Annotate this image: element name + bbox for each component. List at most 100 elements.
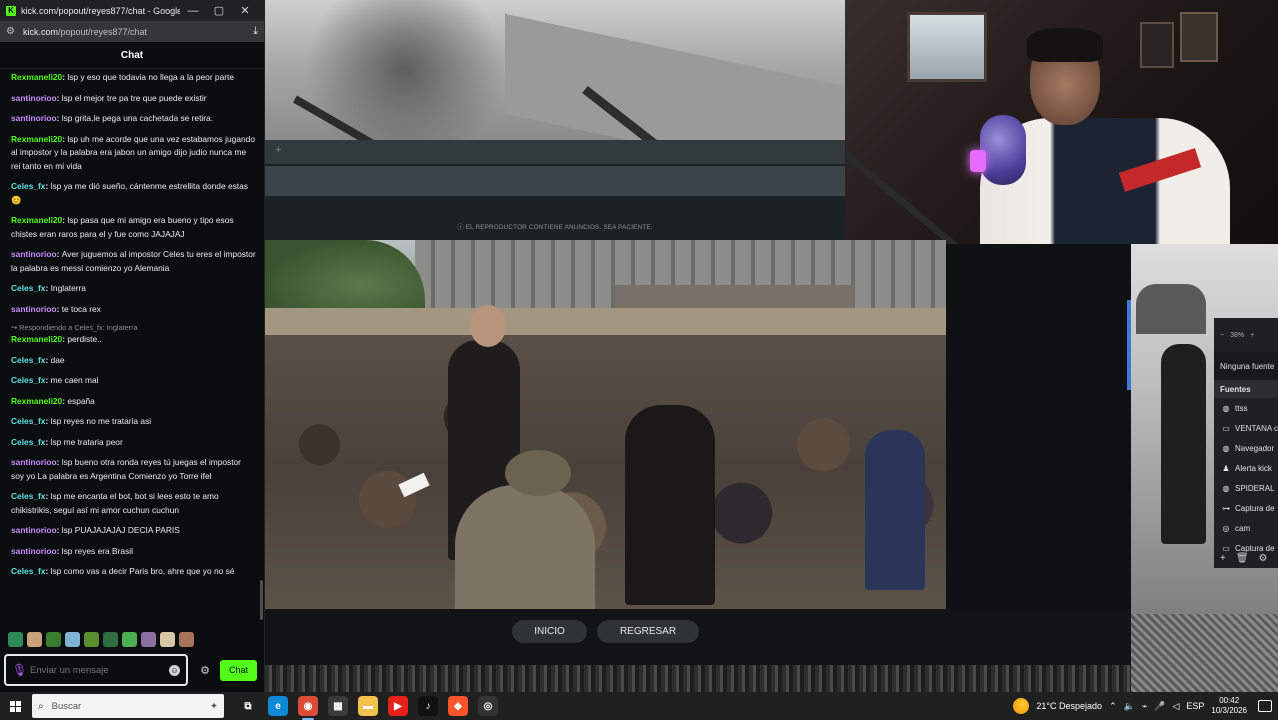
chat-message: Celes_fx: me caen mal: [11, 374, 256, 388]
volume-icon[interactable]: 🔈: [1124, 701, 1135, 712]
chat-username[interactable]: santinorioo: [11, 113, 57, 123]
regresar-button[interactable]: REGRESAR: [597, 620, 699, 643]
chat-message-text: dae: [50, 354, 65, 365]
emote-icon[interactable]: [65, 632, 80, 647]
brave-taskbar-icon[interactable]: ◆: [448, 696, 468, 716]
start-button[interactable]: [0, 692, 30, 720]
chat-message: Celes_fx: lsp me encanta el bot, bot si …: [11, 490, 256, 517]
emote-icon[interactable]: [8, 632, 23, 647]
emote-icon[interactable]: [84, 632, 99, 647]
chat-username[interactable]: Rexmaneli20: [11, 334, 62, 344]
emote-icon[interactable]: [27, 632, 42, 647]
chat-username[interactable]: santinorioo: [11, 304, 57, 314]
weather-text[interactable]: 21°C Despejado: [1036, 701, 1102, 711]
network-icon[interactable]: ⌁: [1142, 701, 1147, 712]
source-item[interactable]: ◍ SPIDERAL: [1214, 478, 1278, 498]
emote-icon[interactable]: [179, 632, 194, 647]
chat-username[interactable]: santinorioo: [11, 546, 57, 556]
chat-username[interactable]: Rexmaneli20: [11, 215, 62, 225]
pinned-apps: ⧉ e ◉ ▦ ▬ ▶ ♪ ◆ ◎: [238, 696, 498, 720]
add-source-icon[interactable]: +: [1220, 553, 1226, 564]
weather-icon[interactable]: [1013, 698, 1030, 714]
source-item[interactable]: ◎ cam: [1214, 518, 1278, 538]
chat-username[interactable]: Rexmaneli20: [11, 134, 62, 144]
chat-username[interactable]: Celes_fx: [11, 181, 45, 191]
player-progress-area[interactable]: [265, 166, 845, 196]
emote-icon[interactable]: [103, 632, 118, 647]
emote-icon[interactable]: [141, 632, 156, 647]
chat-username[interactable]: Rexmaneli20: [11, 72, 62, 82]
source-item[interactable]: ⊶ Captura de: [1214, 498, 1278, 518]
chat-input-box[interactable]: 🎙 ☺: [4, 654, 188, 686]
chat-username[interactable]: santinorioo: [11, 457, 57, 467]
chat-username[interactable]: Celes_fx: [11, 375, 45, 385]
add-icon[interactable]: +: [275, 144, 281, 156]
language-indicator[interactable]: ESP: [1186, 701, 1204, 711]
chat-message-input[interactable]: [30, 664, 169, 676]
site-settings-icon[interactable]: ⚙: [6, 26, 15, 37]
chat-message: Celes_fx: Inglaterra: [11, 282, 256, 296]
chat-username[interactable]: santinorioo: [11, 249, 57, 259]
microphone: [980, 115, 1026, 185]
chat-username[interactable]: Celes_fx: [11, 283, 45, 293]
chat-username[interactable]: Celes_fx: [11, 437, 45, 447]
taskbar-search[interactable]: ⌕ Buscar ✦: [32, 694, 224, 718]
file-explorer-taskbar-icon[interactable]: ▬: [358, 696, 378, 716]
window-titlebar: K kick.com/popout/reyes877/chat - Google…: [0, 0, 264, 21]
address-bar[interactable]: ⚙ kick.com/popout/reyes877/chat ⤓: [0, 21, 264, 42]
chat-username[interactable]: Celes_fx: [11, 416, 45, 426]
inicio-button[interactable]: INICIO: [512, 620, 587, 643]
calculator-taskbar-icon[interactable]: ▦: [328, 696, 348, 716]
trash-icon[interactable]: 🗑: [1236, 553, 1249, 564]
seated-figure: [455, 485, 595, 609]
chat-message-text: lsp me trataria peor: [50, 436, 123, 447]
chat-username[interactable]: Celes_fx: [11, 491, 45, 501]
url-text[interactable]: kick.com/popout/reyes877/chat: [23, 27, 253, 37]
maximize-icon[interactable]: ▢: [206, 4, 232, 17]
chat-message-text: te toca rex: [61, 303, 101, 314]
obs-taskbar-icon[interactable]: ◎: [478, 696, 498, 716]
emote-icon[interactable]: [46, 632, 61, 647]
chat-username[interactable]: Rexmaneli20: [11, 396, 62, 406]
source-label: VENTANA c: [1235, 423, 1278, 433]
send-chat-button[interactable]: Chat: [220, 659, 257, 681]
emote-icon[interactable]: [160, 632, 175, 647]
emote-icon[interactable]: [122, 632, 137, 647]
task-view-taskbar-icon[interactable]: ⧉: [238, 696, 258, 716]
chat-username[interactable]: Celes_fx: [11, 355, 45, 365]
screen: K kick.com/popout/reyes877/chat - Google…: [0, 0, 1278, 720]
chrome-taskbar-icon[interactable]: ◉: [298, 696, 318, 720]
close-icon[interactable]: ✕: [232, 4, 258, 17]
source-item[interactable]: ♟ Alerta kick: [1214, 458, 1278, 478]
chat-username[interactable]: Celes_fx: [11, 566, 45, 576]
chat-settings-gear-icon[interactable]: ⚙: [196, 664, 214, 677]
emoji-icon[interactable]: ☺: [169, 664, 180, 676]
soldier-silhouette: [1161, 344, 1206, 544]
zoom-out-icon[interactable]: −: [1220, 332, 1224, 339]
clock[interactable]: 00:42 10/3/2026: [1211, 696, 1247, 716]
download-icon[interactable]: ⤓: [253, 25, 258, 38]
mic-icon[interactable]: 🎤: [1154, 701, 1165, 712]
tiktok-taskbar-icon[interactable]: ♪: [418, 696, 438, 716]
chat-username[interactable]: santinorioo: [11, 525, 57, 535]
standing-figure: [625, 405, 715, 605]
source-item[interactable]: ◍ Navegador: [1214, 438, 1278, 458]
youtube-taskbar-icon[interactable]: ▶: [388, 696, 408, 716]
tray-overflow-icon[interactable]: ⌃: [1109, 701, 1117, 712]
chat-message-text: lsp reyes no me trataria asi: [50, 416, 152, 426]
notifications-icon[interactable]: [1258, 700, 1272, 712]
microphone-icon[interactable]: 🎙: [12, 663, 27, 677]
zoom-in-icon[interactable]: +: [1250, 332, 1254, 339]
reply-reference[interactable]: ↪ Respondiendo a Celes_fx: Inglaterra: [11, 323, 256, 332]
zoom-control[interactable]: − 38% +: [1214, 318, 1278, 352]
minimize-icon[interactable]: —: [180, 5, 206, 17]
chat-message-list[interactable]: Rexmaneli20: lsp y eso que todavia no ll…: [0, 69, 264, 622]
edge-taskbar-icon[interactable]: e: [268, 696, 288, 716]
chat-scrollbar[interactable]: [260, 580, 263, 620]
gear-icon[interactable]: ⚙: [1259, 553, 1268, 564]
speaker-icon[interactable]: ◁: [1172, 701, 1179, 712]
chat-username[interactable]: santinorioo: [11, 93, 57, 103]
chat-message-text: Inglaterra: [50, 283, 86, 293]
source-item[interactable]: ◍ ttss: [1214, 398, 1278, 418]
source-item[interactable]: ▭ VENTANA c: [1214, 418, 1278, 438]
